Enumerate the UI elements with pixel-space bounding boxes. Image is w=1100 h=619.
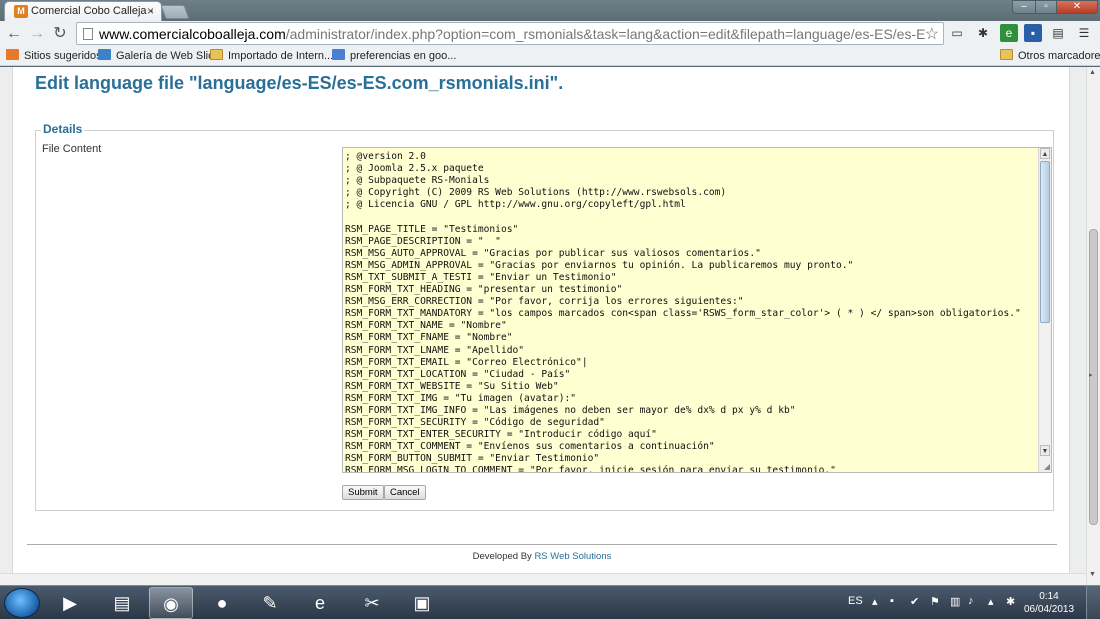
browser-toolbar: ← → ↻ www.comercialcoboalleja.com/admini… <box>0 21 1100 46</box>
reload-icon[interactable]: ↻ <box>50 24 70 44</box>
show-desktop-button[interactable] <box>1086 586 1100 619</box>
firefox-icon[interactable]: ● <box>200 587 244 619</box>
bookmark-galeria-web-slice[interactable]: Galería de Web Slice <box>98 49 220 62</box>
language-indicator[interactable]: ES <box>848 595 863 607</box>
footer: Developed By RS Web Solutions <box>13 551 1071 562</box>
bookmark-preferencias[interactable]: preferencias en goo... <box>332 49 456 62</box>
security-icon[interactable]: ✔ <box>910 595 919 608</box>
footer-prefix: Developed By <box>472 551 532 562</box>
app-icon[interactable]: ▪ <box>1024 24 1042 42</box>
bookmark-importado[interactable]: Importado de Intern... <box>210 49 333 62</box>
url-path: /administrator/index.php?option=com_rsmo… <box>285 26 925 42</box>
tab-close-icon[interactable]: × <box>147 4 154 18</box>
admin-page: Edit language file "language/es-ES/es-ES… <box>12 67 1070 585</box>
folder-icon[interactable]: ▣ <box>400 587 444 619</box>
details-legend: Details <box>41 122 85 136</box>
bookmarks-bar: Sitios sugeridos Galería de Web Slice Im… <box>0 46 1100 66</box>
drive-icon[interactable]: ▴ <box>988 595 994 608</box>
bookmark-label: Otros marcadores <box>1018 50 1100 62</box>
page-scrollbar[interactable]: ▲ ▸ ▼ <box>1086 67 1100 585</box>
wrench-menu-icon[interactable]: ☰ <box>1075 24 1093 42</box>
page-scroll-right-marker-icon: ▸ <box>1089 372 1093 379</box>
browser-tab[interactable]: M Comercial Cobo Calleja - × <box>4 1 162 21</box>
back-arrow-icon[interactable]: ← <box>4 24 24 44</box>
folder-icon <box>1000 49 1013 60</box>
textarea-scrollbar[interactable]: ▲ ▼ <box>1038 148 1051 472</box>
url-host: www.comercialcoboalleja.com <box>99 26 286 42</box>
volume-icon[interactable]: ♪ <box>968 595 974 607</box>
clock-time: 0:14 <box>1039 591 1059 602</box>
forward-arrow-icon[interactable]: → <box>27 24 47 44</box>
maximize-button[interactable]: ▫ <box>1035 0 1057 14</box>
bookmark-label: Importado de Intern... <box>228 50 334 62</box>
page-menu-icon[interactable]: ▤ <box>1049 24 1067 42</box>
windows-taskbar: ▶ ▤ ◉ ● ✎ e ✂ ▣ ES ▴ ▪ ✔ ⚑ ▥ ♪ ▴ ✱ 0:14 … <box>0 585 1100 619</box>
file-content-textarea[interactable]: ; @version 2.0 ; @ Joomla 2.5.x paquete … <box>342 147 1052 473</box>
file-content-text[interactable]: ; @version 2.0 ; @ Joomla 2.5.x paquete … <box>345 151 1021 472</box>
puzzle-icon[interactable]: ✱ <box>974 24 992 42</box>
start-button[interactable] <box>4 588 40 618</box>
minimize-button[interactable]: – <box>1012 0 1036 14</box>
page-scroll-down-icon[interactable]: ▼ <box>1089 571 1096 578</box>
page-icon <box>83 28 93 40</box>
footer-divider <box>27 544 1057 545</box>
webslice-icon <box>98 49 111 60</box>
tab-title: Comercial Cobo Calleja - <box>31 5 154 17</box>
bookmark-label: preferencias en goo... <box>350 50 457 62</box>
clock-date: 06/04/2013 <box>1024 604 1075 615</box>
page-horizontal-scrollbar[interactable] <box>0 573 1086 585</box>
flag-icon[interactable]: ⚑ <box>930 595 940 608</box>
bookmark-label: Sitios sugeridos <box>24 50 102 62</box>
scroll-thumb[interactable] <box>1040 161 1050 323</box>
file-content-label: File Content <box>42 143 102 155</box>
file-explorer-icon[interactable]: ▤ <box>100 587 144 619</box>
bookmark-icon <box>6 49 19 60</box>
details-fieldset: Details File Content ; @version 2.0 ; @ … <box>35 122 1054 511</box>
clock[interactable]: 0:14 06/04/2013 <box>1024 590 1074 616</box>
bookmark-otros-marcadores[interactable]: Otros marcadores <box>1000 49 1100 62</box>
cancel-button[interactable]: Cancel <box>384 485 426 500</box>
scroll-down-arrow-icon[interactable]: ▼ <box>1040 445 1050 456</box>
page-viewport: Edit language file "language/es-ES/es-ES… <box>0 67 1086 585</box>
tray-expand-icon[interactable]: ▴ <box>872 595 878 608</box>
tray-app-icon[interactable]: ▪ <box>890 595 894 607</box>
extension-icon[interactable]: ▭ <box>948 24 966 42</box>
close-window-button[interactable]: ✕ <box>1056 0 1098 14</box>
submit-button[interactable]: Submit <box>342 485 384 500</box>
address-bar[interactable]: www.comercialcoboalleja.com/administrato… <box>76 22 944 45</box>
media-player-icon[interactable]: ▶ <box>48 587 92 619</box>
chrome-icon[interactable]: ◉ <box>149 587 193 619</box>
text-editor-icon[interactable]: ✎ <box>248 587 292 619</box>
page-scroll-up-icon[interactable]: ▲ <box>1089 69 1096 76</box>
scroll-up-arrow-icon[interactable]: ▲ <box>1040 148 1050 159</box>
bookmark-label: Galería de Web Slice <box>116 50 220 62</box>
site-favicon-icon: M <box>14 5 28 18</box>
resize-handle-icon[interactable]: ◢ <box>1044 462 1050 471</box>
title-bar: M Comercial Cobo Calleja - × – ▫ ✕ <box>0 0 1100 21</box>
url-text[interactable]: www.comercialcoboalleja.com/administrato… <box>99 26 925 42</box>
new-tab-button[interactable] <box>160 5 190 19</box>
footer-link[interactable]: RS Web Solutions <box>534 551 611 562</box>
folder-icon <box>210 49 223 60</box>
google-icon <box>332 49 345 60</box>
tool-icon[interactable]: ✂ <box>350 587 394 619</box>
bookmark-star-icon[interactable]: ☆ <box>925 24 939 44</box>
bookmark-sitios-sugeridos[interactable]: Sitios sugeridos <box>6 49 102 62</box>
network-icon[interactable]: ▥ <box>950 595 960 608</box>
page-title: Edit language file "language/es-ES/es-ES… <box>35 73 564 93</box>
bluetooth-icon[interactable]: ✱ <box>1006 595 1015 608</box>
evernote-icon[interactable]: e <box>1000 24 1018 42</box>
internet-explorer-icon[interactable]: e <box>298 587 342 619</box>
